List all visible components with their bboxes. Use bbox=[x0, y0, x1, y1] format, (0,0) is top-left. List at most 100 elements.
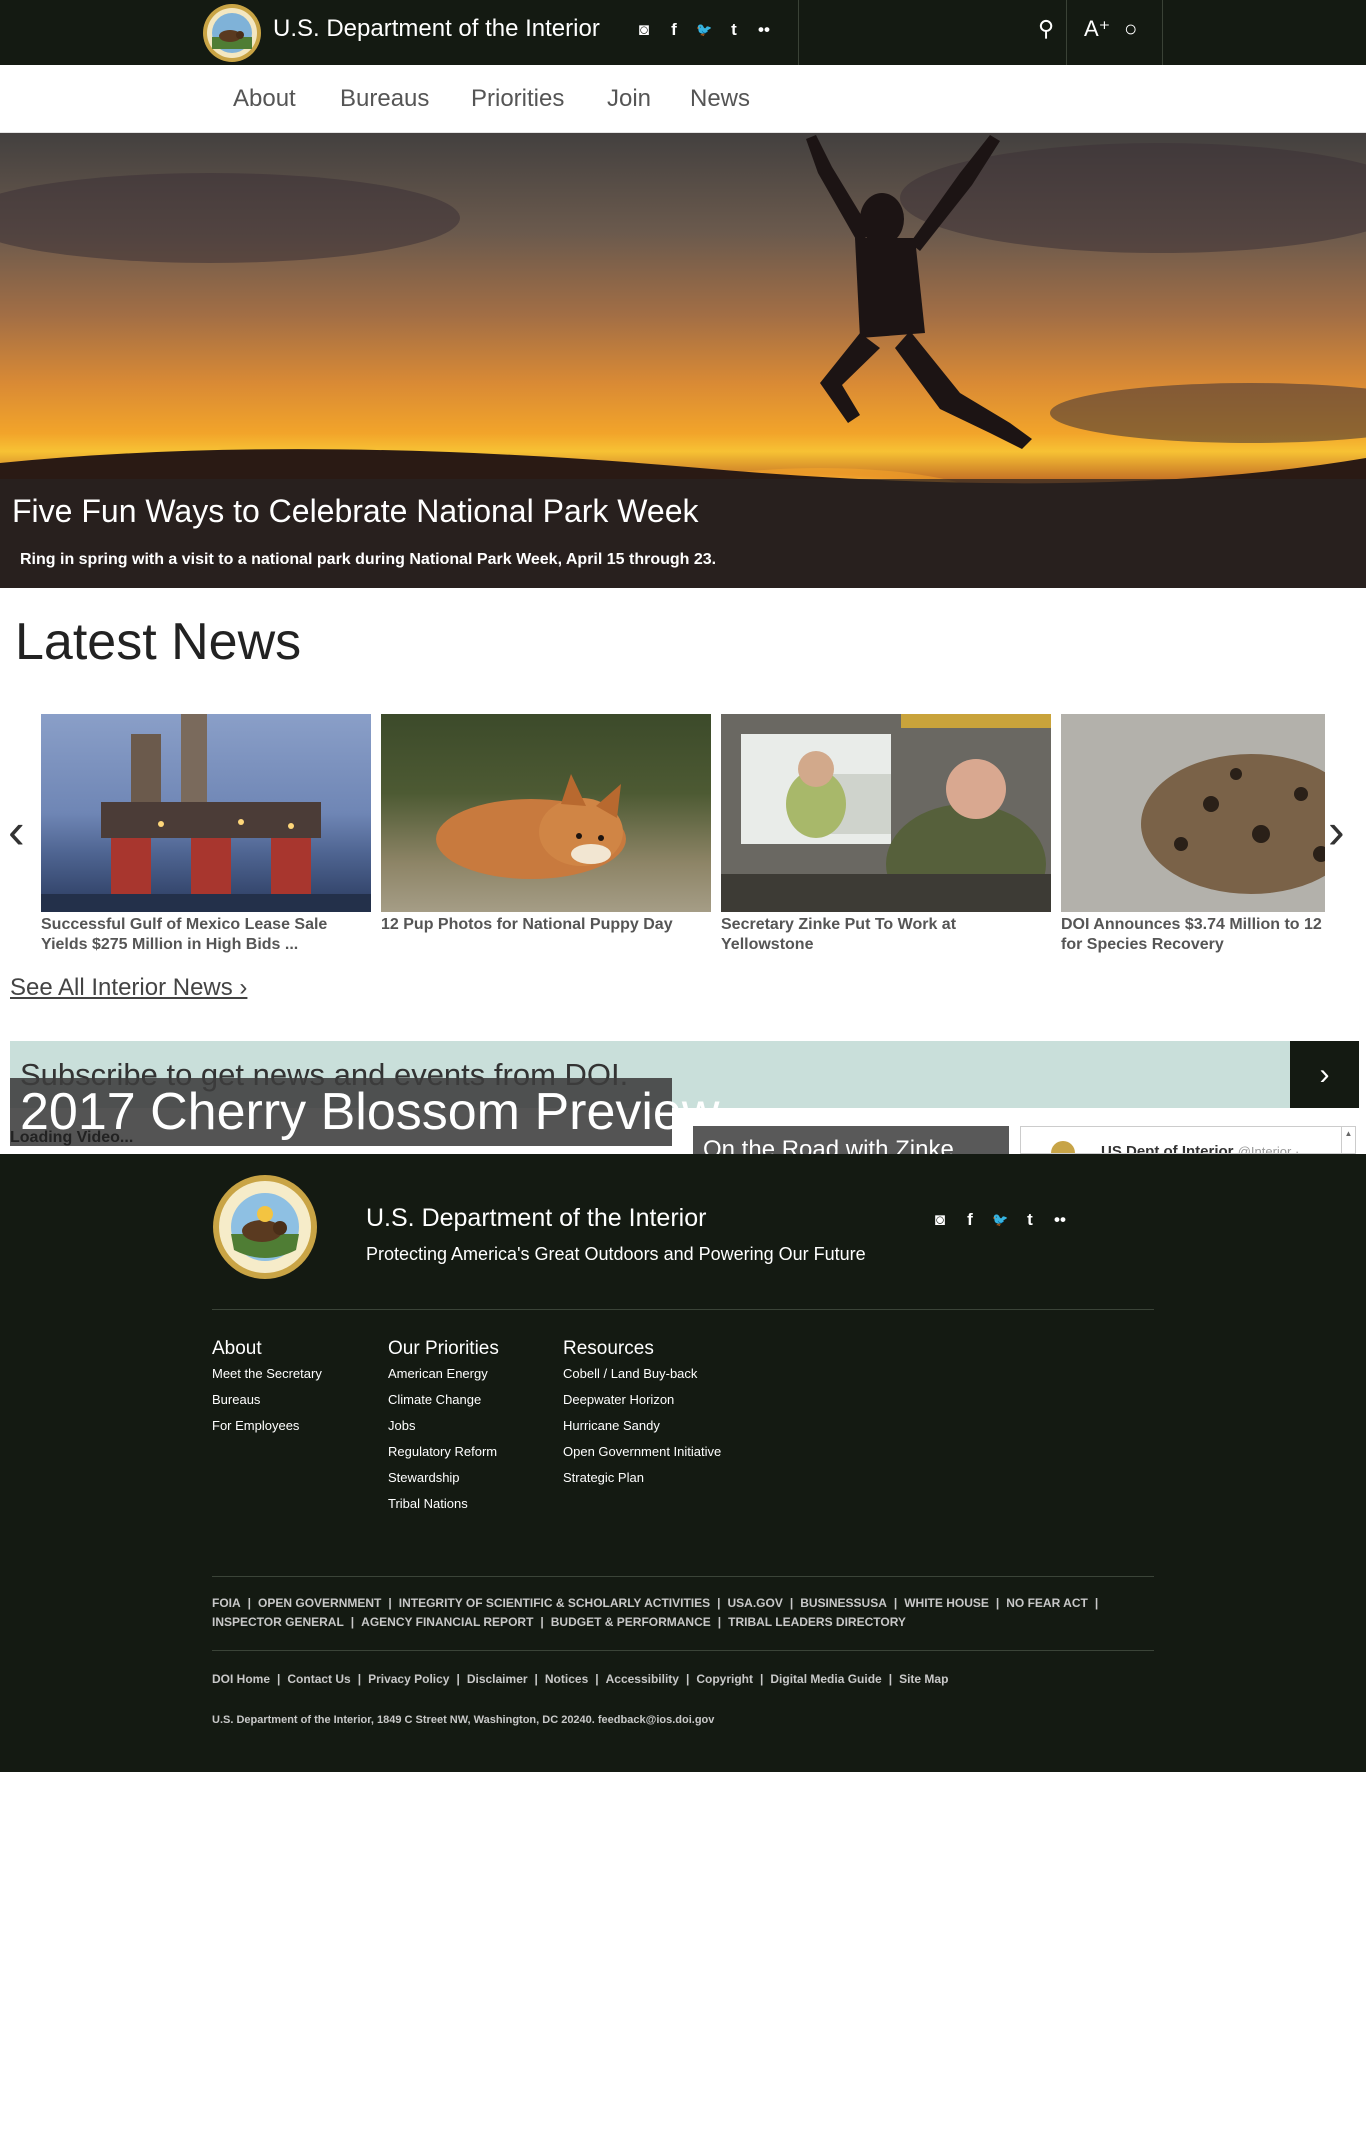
news-card[interactable]: 12 Pup Photos for National Puppy Day bbox=[381, 714, 711, 935]
news-card-title[interactable]: 12 Pup Photos for National Puppy Day bbox=[381, 915, 711, 935]
news-card[interactable]: DOI Announces $3.74 Million to 12 for Sp… bbox=[1061, 714, 1325, 955]
nav-item-join[interactable]: Join bbox=[607, 85, 651, 113]
on-the-road-panel[interactable]: On the Road with Zinke bbox=[693, 1126, 1009, 1154]
footer-site-link[interactable]: DOI Home bbox=[212, 1672, 270, 1686]
kitten-thumbnail[interactable] bbox=[1061, 714, 1325, 912]
footer-site-link[interactable]: Digital Media Guide bbox=[770, 1672, 881, 1686]
nav-item-bureaus[interactable]: Bureaus bbox=[340, 85, 429, 113]
subscribe-arrow-button[interactable]: › bbox=[1290, 1041, 1359, 1108]
zinke-vehicle-thumbnail[interactable] bbox=[721, 714, 1051, 912]
news-card[interactable]: Secretary Zinke Put To Work at Yellowsto… bbox=[721, 714, 1051, 955]
footer-gov-link[interactable]: USA.GOV bbox=[727, 1596, 782, 1610]
twitter-account-name[interactable]: US Dept of Interior @Interior · bbox=[1101, 1143, 1299, 1154]
separator: | bbox=[789, 1596, 794, 1610]
carousel-prev-icon[interactable]: ‹ bbox=[8, 806, 25, 856]
footer-gov-link[interactable]: NO FEAR ACT bbox=[1006, 1596, 1088, 1610]
footer-link[interactable]: Strategic Plan bbox=[563, 1465, 721, 1491]
separator: | bbox=[893, 1596, 898, 1610]
footer-link[interactable]: Climate Change bbox=[388, 1387, 499, 1413]
footer-link[interactable]: Jobs bbox=[388, 1413, 499, 1439]
footer-link[interactable]: Stewardship bbox=[388, 1465, 499, 1491]
footer-site-link[interactable]: Copyright bbox=[696, 1672, 753, 1686]
facebook-icon[interactable]: f bbox=[666, 20, 682, 40]
footer-divider bbox=[212, 1309, 1154, 1310]
widget-scrollbar[interactable]: ▲ bbox=[1341, 1127, 1355, 1153]
footer-gov-link[interactable]: TRIBAL LEADERS DIRECTORY bbox=[728, 1615, 906, 1629]
main-nav: About Bureaus Priorities Join News bbox=[0, 65, 1366, 133]
footer-gov-link[interactable]: BUDGET & PERFORMANCE bbox=[551, 1615, 711, 1629]
news-card-title[interactable]: Secretary Zinke Put To Work at Yellowsto… bbox=[721, 915, 1051, 955]
footer-column-about: About Meet the Secretary Bureaus For Emp… bbox=[212, 1338, 322, 1439]
header-social-links: ◙ f 🐦 t •• bbox=[636, 20, 772, 40]
footer-gov-link[interactable]: FOIA bbox=[212, 1596, 241, 1610]
site-footer: U.S. Department of the Interior Protecti… bbox=[0, 1154, 1366, 1772]
twitter-name-text: US Dept of Interior bbox=[1101, 1143, 1234, 1154]
footer-site-link[interactable]: Site Map bbox=[899, 1672, 948, 1686]
site-title[interactable]: U.S. Department of the Interior bbox=[273, 15, 600, 43]
footer-gov-link[interactable]: AGENCY FINANCIAL REPORT bbox=[361, 1615, 533, 1629]
footer-doi-seal-logo[interactable] bbox=[212, 1174, 318, 1280]
footer-site-link[interactable]: Contact Us bbox=[287, 1672, 350, 1686]
news-card[interactable]: Successful Gulf of Mexico Lease Sale Yie… bbox=[41, 714, 371, 955]
footer-link[interactable]: Tribal Nations bbox=[388, 1491, 499, 1517]
nav-item-news[interactable]: News bbox=[690, 85, 750, 113]
footer-link[interactable]: Bureaus bbox=[212, 1387, 322, 1413]
footer-site-link[interactable]: Disclaimer bbox=[467, 1672, 528, 1686]
instagram-icon[interactable]: ◙ bbox=[932, 1210, 948, 1230]
hero-subtitle: Ring in spring with a visit to a nationa… bbox=[20, 551, 717, 568]
footer-tagline: Protecting America's Great Outdoors and … bbox=[366, 1244, 866, 1264]
footer-link[interactable]: Open Government Initiative bbox=[563, 1439, 721, 1465]
hero-title[interactable]: Five Fun Ways to Celebrate National Park… bbox=[12, 493, 699, 530]
footer-gov-link[interactable]: INSPECTOR GENERAL bbox=[212, 1615, 344, 1629]
doi-seal-logo[interactable] bbox=[202, 3, 262, 63]
twitter-icon[interactable]: 🐦 bbox=[992, 1212, 1008, 1228]
footer-column-heading[interactable]: About bbox=[212, 1338, 322, 1360]
footer-column-heading[interactable]: Resources bbox=[563, 1338, 721, 1360]
footer-site-link[interactable]: Privacy Policy bbox=[368, 1672, 449, 1686]
footer-gov-link[interactable]: OPEN GOVERNMENT bbox=[258, 1596, 381, 1610]
separator: | bbox=[277, 1672, 281, 1686]
flickr-icon[interactable]: •• bbox=[1052, 1210, 1068, 1230]
news-card-title[interactable]: Successful Gulf of Mexico Lease Sale Yie… bbox=[41, 915, 371, 955]
facebook-icon[interactable]: f bbox=[962, 1210, 978, 1230]
news-card-title[interactable]: DOI Announces $3.74 Million to 12 for Sp… bbox=[1061, 915, 1325, 955]
footer-link[interactable]: American Energy bbox=[388, 1361, 499, 1387]
contrast-icon[interactable]: ○ bbox=[1124, 16, 1137, 42]
search-icon[interactable]: ⚲ bbox=[1038, 16, 1054, 42]
footer-link[interactable]: Deepwater Horizon bbox=[563, 1387, 721, 1413]
twitter-icon[interactable]: 🐦 bbox=[696, 22, 712, 38]
footer-link[interactable]: For Employees bbox=[212, 1413, 322, 1439]
separator: | bbox=[685, 1672, 690, 1686]
nav-item-about[interactable]: About bbox=[233, 85, 296, 113]
footer-site-link[interactable]: Accessibility bbox=[606, 1672, 679, 1686]
footer-link[interactable]: Meet the Secretary bbox=[212, 1361, 322, 1387]
instagram-icon[interactable]: ◙ bbox=[636, 20, 652, 40]
footer-link[interactable]: Cobell / Land Buy-back bbox=[563, 1361, 721, 1387]
fox-pup-thumbnail[interactable] bbox=[381, 714, 711, 912]
on-the-road-title: On the Road with Zinke bbox=[703, 1136, 954, 1154]
see-all-news-link[interactable]: See All Interior News › bbox=[10, 974, 247, 1002]
nav-item-priorities[interactable]: Priorities bbox=[471, 85, 564, 113]
separator: | bbox=[357, 1672, 362, 1686]
footer-link[interactable]: Regulatory Reform bbox=[388, 1439, 499, 1465]
separator: | bbox=[456, 1672, 460, 1686]
hero-banner[interactable]: Five Fun Ways to Celebrate National Park… bbox=[0, 133, 1366, 588]
text-size-icon[interactable]: A⁺ bbox=[1084, 16, 1110, 42]
footer-gov-link[interactable]: INTEGRITY OF SCIENTIFIC & SCHOLARLY ACTI… bbox=[399, 1596, 710, 1610]
footer-site-title[interactable]: U.S. Department of the Interior bbox=[366, 1204, 706, 1233]
footer-link[interactable]: Hurricane Sandy bbox=[563, 1413, 721, 1439]
footer-gov-links-row: FOIA | OPEN GOVERNMENT | INTEGRITY OF SCIENT… bbox=[212, 1594, 1105, 1632]
tumblr-icon[interactable]: t bbox=[726, 20, 742, 40]
twitter-feed-widget[interactable]: US Dept of Interior @Interior · ▲ bbox=[1020, 1126, 1356, 1154]
footer-column-heading[interactable]: Our Priorities bbox=[388, 1338, 499, 1360]
oil-rig-thumbnail[interactable] bbox=[41, 714, 371, 912]
footer-divider bbox=[212, 1650, 1154, 1651]
separator: | bbox=[247, 1596, 252, 1610]
flickr-icon[interactable]: •• bbox=[756, 20, 772, 40]
tumblr-icon[interactable]: t bbox=[1022, 1210, 1038, 1230]
carousel-next-icon[interactable]: › bbox=[1328, 806, 1345, 856]
news-carousel: ‹ › Successful Gulf of Mexico Lease Sale… bbox=[0, 714, 1366, 964]
footer-gov-link[interactable]: BUSINESSUSA bbox=[800, 1596, 887, 1610]
footer-site-link[interactable]: Notices bbox=[545, 1672, 588, 1686]
footer-gov-link[interactable]: WHITE HOUSE bbox=[904, 1596, 989, 1610]
